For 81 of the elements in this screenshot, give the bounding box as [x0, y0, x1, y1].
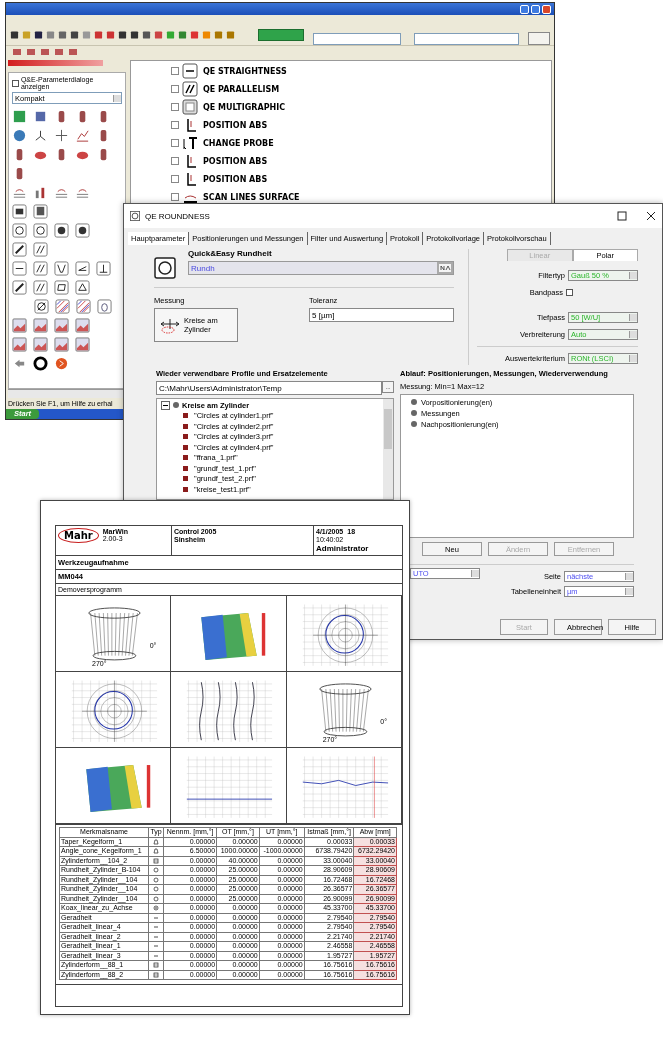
- tool-icon[interactable]: [75, 223, 90, 238]
- step-label[interactable]: QE STRAIGHTNESS: [203, 66, 287, 76]
- straightness-icon: [182, 63, 198, 79]
- tool-icon[interactable]: [54, 223, 69, 238]
- window-title: QE ROUNDNESS: [145, 211, 211, 221]
- path-field[interactable]: C:\Mahr\Users\Administrator\Temp: [156, 381, 382, 395]
- expand-button[interactable]: [171, 193, 179, 201]
- step-label[interactable]: CHANGE PROBE: [203, 138, 274, 148]
- run-button[interactable]: [258, 29, 305, 41]
- cylinder-icon: [153, 971, 160, 978]
- node-icon: [411, 399, 417, 405]
- line-icon: [153, 943, 160, 950]
- tool-icon[interactable]: [12, 242, 27, 257]
- panel-tabs[interactable]: [8, 389, 126, 398]
- parallelism-icon: [182, 81, 198, 97]
- circle-icon: [153, 876, 160, 883]
- section-title: Quick&Easy Rundheit: [188, 249, 273, 258]
- expand-button[interactable]: [171, 67, 179, 75]
- tool-icon[interactable]: [12, 223, 27, 238]
- checkbox[interactable]: [12, 79, 19, 87]
- format-icon[interactable]: [437, 262, 453, 274]
- maximize-icon[interactable]: [617, 211, 627, 221]
- text: Administrator: [316, 544, 370, 553]
- collapse-icon[interactable]: [161, 400, 170, 410]
- tolerance-field[interactable]: 5 [µm]: [309, 308, 454, 322]
- step-label[interactable]: SCAN LINES SURFACE: [203, 192, 300, 202]
- step-label[interactable]: QE MULTIGRAPHIC: [203, 102, 286, 112]
- expand-button[interactable]: [171, 85, 179, 93]
- tool-icon[interactable]: [33, 204, 48, 219]
- multigraphic-icon: [182, 99, 198, 115]
- tool-icon[interactable]: [54, 261, 69, 276]
- node-icon: [173, 402, 179, 409]
- probe-icon: [182, 135, 198, 151]
- tool-icon[interactable]: [12, 261, 27, 276]
- path-field[interactable]: [413, 33, 520, 45]
- close-button[interactable]: [542, 4, 551, 14]
- node-icon: [411, 410, 417, 416]
- tool-icon[interactable]: [75, 261, 90, 276]
- circle-icon: [153, 867, 160, 874]
- line-icon: [153, 952, 160, 959]
- roundness-icon: [154, 257, 176, 279]
- expand-button[interactable]: [171, 157, 179, 165]
- small-button[interactable]: [528, 31, 551, 45]
- circle-icon: [130, 211, 140, 221]
- tool-icon[interactable]: [34, 299, 49, 314]
- expand-button[interactable]: [171, 175, 179, 183]
- tool-icon[interactable]: [54, 128, 69, 143]
- expand-button[interactable]: [171, 121, 179, 129]
- step-label[interactable]: POSITION ABS: [203, 120, 268, 130]
- expand-button[interactable]: [171, 103, 179, 111]
- expand-button[interactable]: [171, 139, 179, 147]
- tool-icon[interactable]: [75, 280, 90, 295]
- tool-icon[interactable]: [96, 261, 111, 276]
- tool-icon[interactable]: [54, 280, 69, 295]
- tool-icon[interactable]: [33, 356, 48, 371]
- coax-icon: [153, 905, 160, 912]
- coordinate-field[interactable]: [313, 33, 401, 45]
- scrollbar[interactable]: [383, 399, 393, 499]
- cylinder-icon: [153, 962, 160, 969]
- tool-icon[interactable]: [12, 204, 27, 219]
- cylinder-icon: [153, 857, 160, 864]
- tool-icon[interactable]: [33, 261, 48, 276]
- line-icon: [153, 914, 160, 921]
- maximize-button[interactable]: [531, 4, 540, 14]
- tool-icon[interactable]: [12, 280, 27, 295]
- tool-icon[interactable]: [33, 242, 48, 257]
- checkbox[interactable]: [566, 288, 573, 296]
- tool-icon[interactable]: [33, 128, 48, 143]
- step-label[interactable]: QE PARALLELISM: [203, 84, 280, 94]
- tool-icon[interactable]: [33, 280, 48, 295]
- step-label[interactable]: POSITION ABS: [203, 174, 268, 184]
- node-icon: [411, 421, 417, 427]
- line-icon: [153, 933, 160, 940]
- probe-icon: [159, 316, 181, 334]
- name-field[interactable]: Rundh: [188, 261, 454, 275]
- line-icon: [153, 924, 160, 931]
- minimize-button[interactable]: [520, 4, 529, 14]
- tool-icon[interactable]: [33, 223, 48, 238]
- circle-icon: [153, 886, 160, 893]
- circle-icon: [153, 895, 160, 902]
- step-label[interactable]: POSITION ABS: [203, 156, 268, 166]
